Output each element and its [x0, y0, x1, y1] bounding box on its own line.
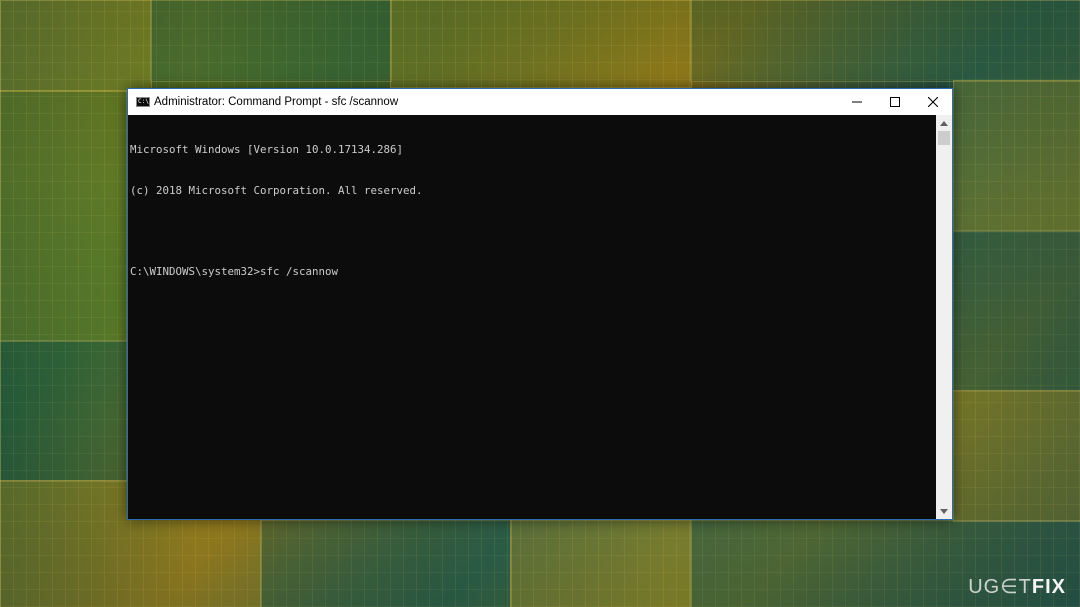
title-bar[interactable]: C:\ Administrator: Command Prompt - sfc …	[128, 89, 952, 115]
minimize-icon	[852, 101, 862, 103]
minimize-button[interactable]	[838, 89, 876, 115]
console-line: Microsoft Windows [Version 10.0.17134.28…	[130, 143, 404, 156]
scroll-up-button[interactable]	[936, 115, 952, 131]
maximize-icon	[890, 97, 900, 107]
scroll-thumb[interactable]	[938, 131, 950, 145]
wallpaper-tile	[260, 520, 512, 607]
close-icon	[928, 97, 938, 107]
wallpaper-tile	[0, 340, 127, 482]
command-prompt-icon[interactable]: C:\	[136, 97, 150, 107]
wallpaper-tile	[0, 0, 152, 92]
wallpaper-tile	[953, 230, 1080, 392]
wallpaper-tile	[953, 390, 1080, 522]
wallpaper-tile	[0, 90, 127, 342]
wallpaper-tile	[953, 80, 1080, 232]
scroll-down-button[interactable]	[936, 503, 952, 519]
command-prompt-window[interactable]: C:\ Administrator: Command Prompt - sfc …	[127, 88, 953, 520]
wallpaper-tile	[390, 0, 692, 88]
console-line: (c) 2018 Microsoft Corporation. All rese…	[130, 183, 423, 197]
window-title: Administrator: Command Prompt - sfc /sca…	[154, 96, 399, 108]
console-output[interactable]: Microsoft Windows [Version 10.0.17134.28…	[130, 116, 936, 516]
close-button[interactable]	[914, 89, 952, 115]
wallpaper-tile	[690, 0, 1080, 82]
wallpaper-tile	[510, 520, 692, 607]
maximize-button[interactable]	[876, 89, 914, 115]
console-prompt-line: C:\WINDOWS\system32>sfc /scannow	[130, 264, 339, 278]
watermark-middle: ∈T	[1000, 576, 1032, 598]
watermark-left: UG	[968, 576, 1001, 598]
scroll-down-arrow-icon	[940, 508, 948, 514]
watermark-right: FIX	[1031, 576, 1066, 598]
scroll-up-arrow-icon	[940, 120, 948, 126]
vertical-scrollbar[interactable]	[936, 115, 952, 519]
wallpaper-tile	[150, 0, 392, 82]
ugetfix-watermark: UG∈TFIX	[968, 574, 1066, 599]
